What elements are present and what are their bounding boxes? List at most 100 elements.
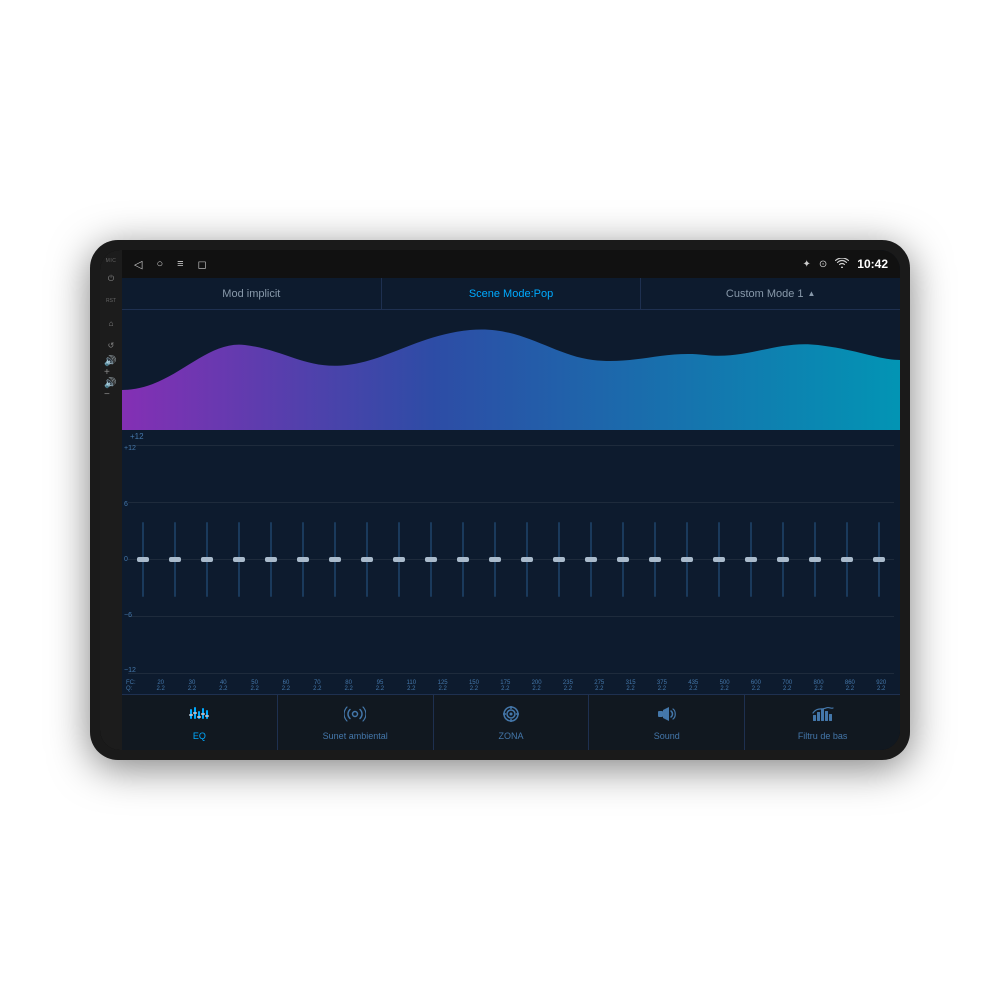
- q-label-800: 2.2: [804, 686, 833, 692]
- eq-area: +12 +1260−6−12 FC: 203040506070809511012…: [122, 430, 900, 694]
- eq-band-125: [416, 441, 446, 678]
- back-nav-icon[interactable]: ◁: [134, 258, 142, 271]
- eq-slider-thumb-800[interactable]: [809, 557, 821, 562]
- rst-btn[interactable]: RST: [104, 294, 118, 308]
- eq-slider-track-125[interactable]: [430, 522, 432, 597]
- eq-slider-thumb-600[interactable]: [745, 557, 757, 562]
- eq-slider-track-315[interactable]: [622, 522, 624, 597]
- q-label-600: 2.2: [741, 686, 770, 692]
- q-label-315: 2.2: [616, 686, 645, 692]
- eq-slider-track-175[interactable]: [494, 522, 496, 597]
- q-label-40: 2.2: [209, 686, 238, 692]
- eq-band-70: [288, 441, 318, 678]
- back-icon[interactable]: ↺: [104, 338, 118, 352]
- eq-slider-thumb-275[interactable]: [585, 557, 597, 562]
- eq-band-800: [800, 441, 830, 678]
- eq-slider-track-60[interactable]: [270, 522, 272, 597]
- q-label-200: 2.2: [522, 686, 551, 692]
- nav-icons: ◁ ○ ≡ ◻: [134, 258, 207, 271]
- eq-slider-track-800[interactable]: [814, 522, 816, 597]
- vol-up-icon[interactable]: 🔊+: [104, 360, 118, 374]
- eq-slider-track-70[interactable]: [302, 522, 304, 597]
- tab-mod-implicit[interactable]: Mod implicit: [122, 278, 382, 309]
- eq-slider-track-80[interactable]: [334, 522, 336, 597]
- q-label-150: 2.2: [459, 686, 488, 692]
- eq-slider-thumb-70[interactable]: [297, 557, 309, 562]
- eq-slider-thumb-80[interactable]: [329, 557, 341, 562]
- q-label-20: 2.2: [146, 686, 175, 692]
- target-icon: [500, 705, 522, 728]
- eq-slider-track-95[interactable]: [366, 522, 368, 597]
- recent-nav-icon[interactable]: ◻: [198, 258, 207, 271]
- tab-scene-mode[interactable]: Scene Mode:Pop: [382, 278, 642, 309]
- nav-item-filtru-de-bas[interactable]: Filtru de bas: [745, 695, 900, 750]
- eq-slider-track-235[interactable]: [558, 522, 560, 597]
- nav-item-eq[interactable]: EQ: [122, 695, 278, 750]
- eq-slider-thumb-60[interactable]: [265, 557, 277, 562]
- q-label-110: 2.2: [397, 686, 426, 692]
- eq-slider-thumb-200[interactable]: [521, 557, 533, 562]
- eq-slider-track-600[interactable]: [750, 522, 752, 597]
- power-icon[interactable]: ⏻: [104, 272, 118, 286]
- eq-band-315: [608, 441, 638, 678]
- q-label-175: 2.2: [491, 686, 520, 692]
- eq-slider-track-110[interactable]: [398, 522, 400, 597]
- eq-slider-track-435[interactable]: [686, 522, 688, 597]
- eq-slider-thumb-435[interactable]: [681, 557, 693, 562]
- bottom-nav: EQ Sunet ambiental: [122, 694, 900, 750]
- eq-slider-thumb-500[interactable]: [713, 557, 725, 562]
- eq-slider-thumb-375[interactable]: [649, 557, 661, 562]
- nav-label-filtru: Filtru de bas: [798, 731, 848, 741]
- home-icon[interactable]: ⌂: [104, 316, 118, 330]
- home-nav-icon[interactable]: ○: [156, 258, 163, 270]
- q-label-275: 2.2: [585, 686, 614, 692]
- eq-slider-track-700[interactable]: [782, 522, 784, 597]
- eq-visualization: [122, 310, 900, 430]
- eq-slider-thumb-150[interactable]: [457, 557, 469, 562]
- radio-waves-icon: [344, 705, 366, 728]
- eq-slider-track-200[interactable]: [526, 522, 528, 597]
- eq-slider-track-40[interactable]: [206, 522, 208, 597]
- eq-slider-track-860[interactable]: [846, 522, 848, 597]
- vol-down-icon[interactable]: 🔊−: [104, 382, 118, 396]
- eq-slider-thumb-860[interactable]: [841, 557, 853, 562]
- eq-slider-thumb-700[interactable]: [777, 557, 789, 562]
- eq-slider-track-150[interactable]: [462, 522, 464, 597]
- nav-label-sound: Sound: [654, 731, 680, 741]
- speaker-icon: [656, 705, 678, 728]
- eq-slider-track-20[interactable]: [142, 522, 144, 597]
- eq-slider-track-500[interactable]: [718, 522, 720, 597]
- eq-band-435: [672, 441, 702, 678]
- eq-slider-thumb-125[interactable]: [425, 557, 437, 562]
- nav-item-sunet-ambiental[interactable]: Sunet ambiental: [278, 695, 434, 750]
- q-label-80: 2.2: [334, 686, 363, 692]
- eq-slider-track-50[interactable]: [238, 522, 240, 597]
- eq-slider-thumb-175[interactable]: [489, 557, 501, 562]
- eq-band-95: [352, 441, 382, 678]
- eq-slider-thumb-920[interactable]: [873, 557, 885, 562]
- eq-slider-track-275[interactable]: [590, 522, 592, 597]
- eq-slider-thumb-95[interactable]: [361, 557, 373, 562]
- eq-slider-thumb-315[interactable]: [617, 557, 629, 562]
- q-label-920: 2.2: [867, 686, 896, 692]
- nav-item-zona[interactable]: ZONA: [434, 695, 590, 750]
- eq-slider-track-30[interactable]: [174, 522, 176, 597]
- eq-band-275: [576, 441, 606, 678]
- q-label-700: 2.2: [773, 686, 802, 692]
- eq-slider-thumb-235[interactable]: [553, 557, 565, 562]
- eq-slider-thumb-30[interactable]: [169, 557, 181, 562]
- eq-slider-track-375[interactable]: [654, 522, 656, 597]
- eq-band-860: [832, 441, 862, 678]
- nav-label-eq: EQ: [193, 731, 206, 741]
- eq-slider-thumb-110[interactable]: [393, 557, 405, 562]
- side-buttons: MIC ⏻ RST ⌂ ↺ 🔊+ 🔊−: [100, 250, 122, 750]
- eq-band-110: [384, 441, 414, 678]
- eq-slider-thumb-50[interactable]: [233, 557, 245, 562]
- q-label-70: 2.2: [303, 686, 332, 692]
- eq-slider-thumb-20[interactable]: [137, 557, 149, 562]
- eq-slider-track-920[interactable]: [878, 522, 880, 597]
- nav-item-sound[interactable]: Sound: [589, 695, 745, 750]
- menu-nav-icon[interactable]: ≡: [177, 258, 183, 270]
- eq-slider-thumb-40[interactable]: [201, 557, 213, 562]
- tab-custom-mode[interactable]: Custom Mode 1 ▲: [641, 278, 900, 309]
